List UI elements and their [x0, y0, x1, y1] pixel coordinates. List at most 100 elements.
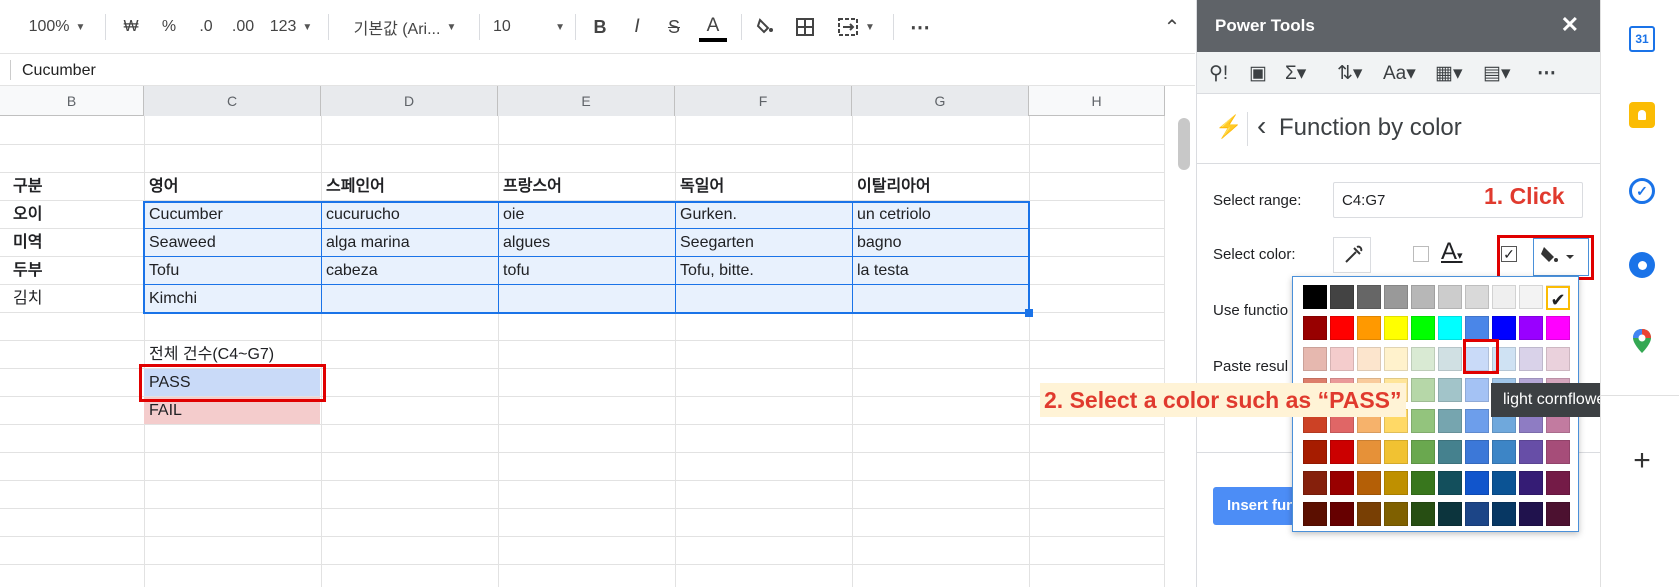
color-swatch[interactable] [1411, 347, 1435, 371]
cell-f4[interactable]: Gurken. [675, 201, 851, 228]
color-swatch[interactable] [1546, 471, 1570, 495]
cell-b4[interactable]: 오이 [8, 201, 138, 228]
color-swatch[interactable] [1492, 502, 1516, 526]
cell-d3[interactable]: 스페인어 [321, 173, 497, 200]
format-select[interactable]: 123 ▼ [266, 14, 316, 40]
more-tools-icon[interactable]: ⋯ [1537, 62, 1556, 85]
add-addon-icon[interactable]: + [1629, 444, 1655, 477]
color-swatch[interactable] [1438, 285, 1462, 309]
back-icon[interactable]: ‹ [1257, 110, 1266, 142]
color-swatch[interactable] [1465, 471, 1489, 495]
percent-button[interactable]: % [158, 14, 180, 40]
color-swatch[interactable] [1357, 440, 1381, 464]
cell-d4[interactable]: cucurucho [321, 201, 497, 228]
color-swatch[interactable] [1465, 502, 1489, 526]
increase-decimal-button[interactable]: .00 [228, 14, 258, 40]
color-swatch[interactable] [1492, 285, 1516, 309]
color-swatch[interactable] [1546, 316, 1570, 340]
column-header-b[interactable]: B [0, 86, 144, 116]
color-swatch[interactable] [1330, 316, 1354, 340]
column-header-g[interactable]: G [852, 86, 1029, 116]
bold-button[interactable]: B [589, 14, 611, 40]
color-swatch[interactable] [1330, 347, 1354, 371]
text-color-button[interactable]: A [699, 14, 727, 42]
cell-c4[interactable]: Cucumber [144, 201, 320, 228]
zoom-select[interactable]: 100% ▼ [22, 14, 92, 40]
cell-g6[interactable]: la testa [852, 257, 1028, 284]
color-swatch[interactable] [1546, 440, 1570, 464]
font-select[interactable]: 기본값 (Ari... ▼ [342, 14, 468, 40]
color-swatch[interactable] [1411, 471, 1435, 495]
cell-d6[interactable]: cabeza [321, 257, 497, 284]
color-swatch[interactable] [1438, 409, 1462, 433]
cell-e3[interactable]: 프랑스어 [498, 173, 674, 200]
color-swatch[interactable] [1438, 502, 1462, 526]
color-swatch[interactable] [1384, 316, 1408, 340]
color-swatch[interactable] [1519, 316, 1543, 340]
color-swatch[interactable] [1303, 471, 1327, 495]
color-swatch[interactable] [1438, 347, 1462, 371]
merge-cells-button[interactable]: ▼ [831, 14, 881, 40]
save-tool-icon[interactable]: ▣ [1249, 62, 1267, 85]
cell-c3[interactable]: 영어 [144, 173, 320, 200]
calendar-icon[interactable]: 31 [1629, 26, 1655, 52]
color-swatch[interactable] [1357, 471, 1381, 495]
color-swatch[interactable] [1465, 285, 1489, 309]
cell-b7[interactable]: 김치 [8, 285, 138, 312]
font-color-button[interactable]: A▾ [1441, 238, 1463, 266]
color-swatch[interactable] [1303, 347, 1327, 371]
color-swatch[interactable] [1303, 285, 1327, 309]
color-swatch[interactable] [1546, 347, 1570, 371]
cell-f7[interactable] [675, 285, 851, 312]
cell-e5[interactable]: algues [498, 229, 674, 256]
font-size-select[interactable]: 10 ▼ [493, 14, 565, 40]
sheet-grid[interactable]: 구분 영어 스페인어 프랑스어 독일어 이탈리아어 오이 Cucumber cu… [0, 116, 1165, 587]
color-swatch[interactable] [1384, 347, 1408, 371]
color-swatch[interactable] [1357, 285, 1381, 309]
more-options-button[interactable]: ⋯ [905, 14, 935, 40]
tasks-icon[interactable]: ✓ [1629, 178, 1655, 204]
color-swatch[interactable] [1438, 440, 1462, 464]
sort-tool-icon[interactable]: ⇅▾ [1337, 62, 1362, 85]
cell-f6[interactable]: Tofu, bitte. [675, 257, 851, 284]
fill-color-button[interactable] [753, 14, 777, 40]
color-swatch[interactable] [1330, 471, 1354, 495]
color-swatch[interactable] [1384, 285, 1408, 309]
cell-d7[interactable] [321, 285, 497, 312]
collapse-toolbar-button[interactable]: ⌃ [1160, 14, 1184, 40]
contacts-icon[interactable] [1629, 252, 1655, 278]
color-swatch[interactable] [1519, 502, 1543, 526]
decrease-decimal-button[interactable]: .0 [193, 14, 219, 40]
column-header-h[interactable]: H [1029, 86, 1165, 116]
borders-button[interactable] [793, 14, 817, 40]
font-color-checkbox[interactable] [1413, 246, 1429, 262]
color-swatch[interactable] [1492, 440, 1516, 464]
cell-g7[interactable] [852, 285, 1028, 312]
cell-g3[interactable]: 이탈리아어 [852, 173, 1028, 200]
cell-e6[interactable]: tofu [498, 257, 674, 284]
cell-d5[interactable]: alga marina [321, 229, 497, 256]
cell-c7[interactable]: Kimchi [144, 285, 320, 312]
color-swatch[interactable] [1411, 409, 1435, 433]
color-swatch[interactable] [1492, 316, 1516, 340]
color-swatch[interactable] [1411, 378, 1435, 402]
cell-g4[interactable]: un cetriolo [852, 201, 1028, 228]
color-swatch[interactable] [1411, 440, 1435, 464]
color-swatch[interactable] [1303, 440, 1327, 464]
color-swatch[interactable] [1330, 502, 1354, 526]
color-swatch[interactable] [1411, 316, 1435, 340]
cell-g5[interactable]: bagno [852, 229, 1028, 256]
italic-button[interactable]: I [626, 14, 648, 40]
column-header-f[interactable]: F [675, 86, 852, 116]
color-swatch[interactable] [1303, 316, 1327, 340]
maps-icon[interactable] [1629, 328, 1655, 354]
close-icon[interactable]: ✕ [1561, 12, 1579, 38]
cell-b5[interactable]: 미역 [8, 229, 138, 256]
cell-c5[interactable]: Seaweed [144, 229, 320, 256]
formula-bar[interactable]: Cucumber [0, 54, 1195, 86]
column-header-e[interactable]: E [498, 86, 675, 116]
keep-icon[interactable] [1629, 102, 1655, 128]
column-header-c[interactable]: C [144, 86, 321, 116]
sum-tool-icon[interactable]: Σ▾ [1285, 62, 1306, 85]
color-swatch[interactable] [1546, 502, 1570, 526]
